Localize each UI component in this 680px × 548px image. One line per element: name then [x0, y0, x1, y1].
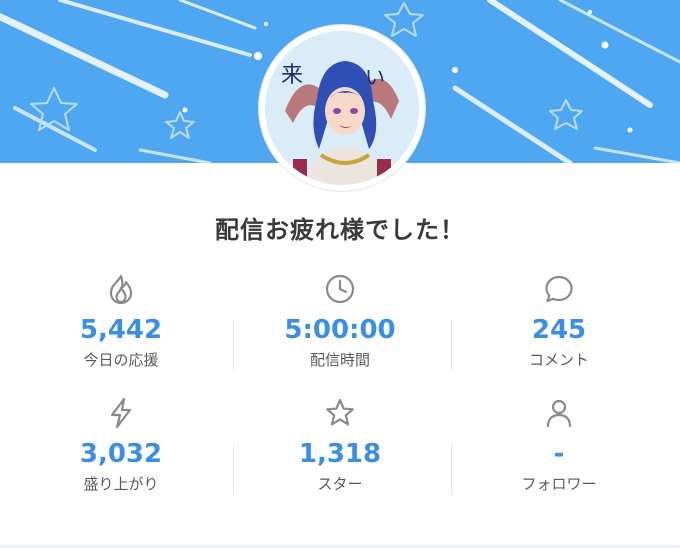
stat-excitement-label: 盛り上がり	[83, 475, 159, 493]
flame-icon	[8, 273, 234, 305]
stat-excitement-value: 3,032	[79, 439, 163, 469]
stat-excitement: 3,032 盛り上がり	[8, 397, 234, 494]
page-title: 配信お疲れ様でした！	[215, 216, 465, 244]
avatar[interactable]: 来 い	[259, 25, 425, 191]
stat-support-label: 今日の応援	[83, 351, 159, 369]
stat-support-value: 5,442	[79, 315, 163, 345]
avatar-image: 来 い	[265, 31, 419, 185]
stat-duration: 5:00:00 配信時間	[227, 273, 453, 370]
stat-comments: 245 コメント	[446, 273, 672, 370]
stat-support: 5,442 今日の応援	[8, 273, 234, 370]
avatar-text-1: 来	[281, 63, 304, 88]
divider	[233, 320, 234, 370]
star-icon	[227, 397, 453, 429]
avatar-text-2: い	[365, 65, 385, 89]
lightning-icon	[8, 397, 234, 429]
stat-stars-value: 1,318	[298, 439, 382, 469]
stats-grid: 5,442 今日の応援 5:00:00 配信時間 245 コメント 3,032	[0, 265, 680, 520]
stat-comments-value: 245	[531, 315, 587, 345]
stat-stars: 1,318 スター	[227, 397, 453, 494]
stat-comments-label: コメント	[528, 351, 589, 369]
stat-duration-label: 配信時間	[309, 351, 370, 369]
comment-icon	[446, 273, 672, 305]
user-icon	[446, 397, 672, 429]
stat-followers-value: -	[553, 439, 565, 469]
clock-icon	[227, 273, 453, 305]
stat-stars-label: スター	[317, 475, 363, 493]
divider	[451, 445, 452, 495]
divider	[233, 445, 234, 495]
stat-followers-label: フォロワー	[521, 475, 597, 493]
stat-duration-value: 5:00:00	[284, 315, 396, 345]
divider	[451, 320, 452, 370]
stat-followers: - フォロワー	[446, 397, 672, 494]
